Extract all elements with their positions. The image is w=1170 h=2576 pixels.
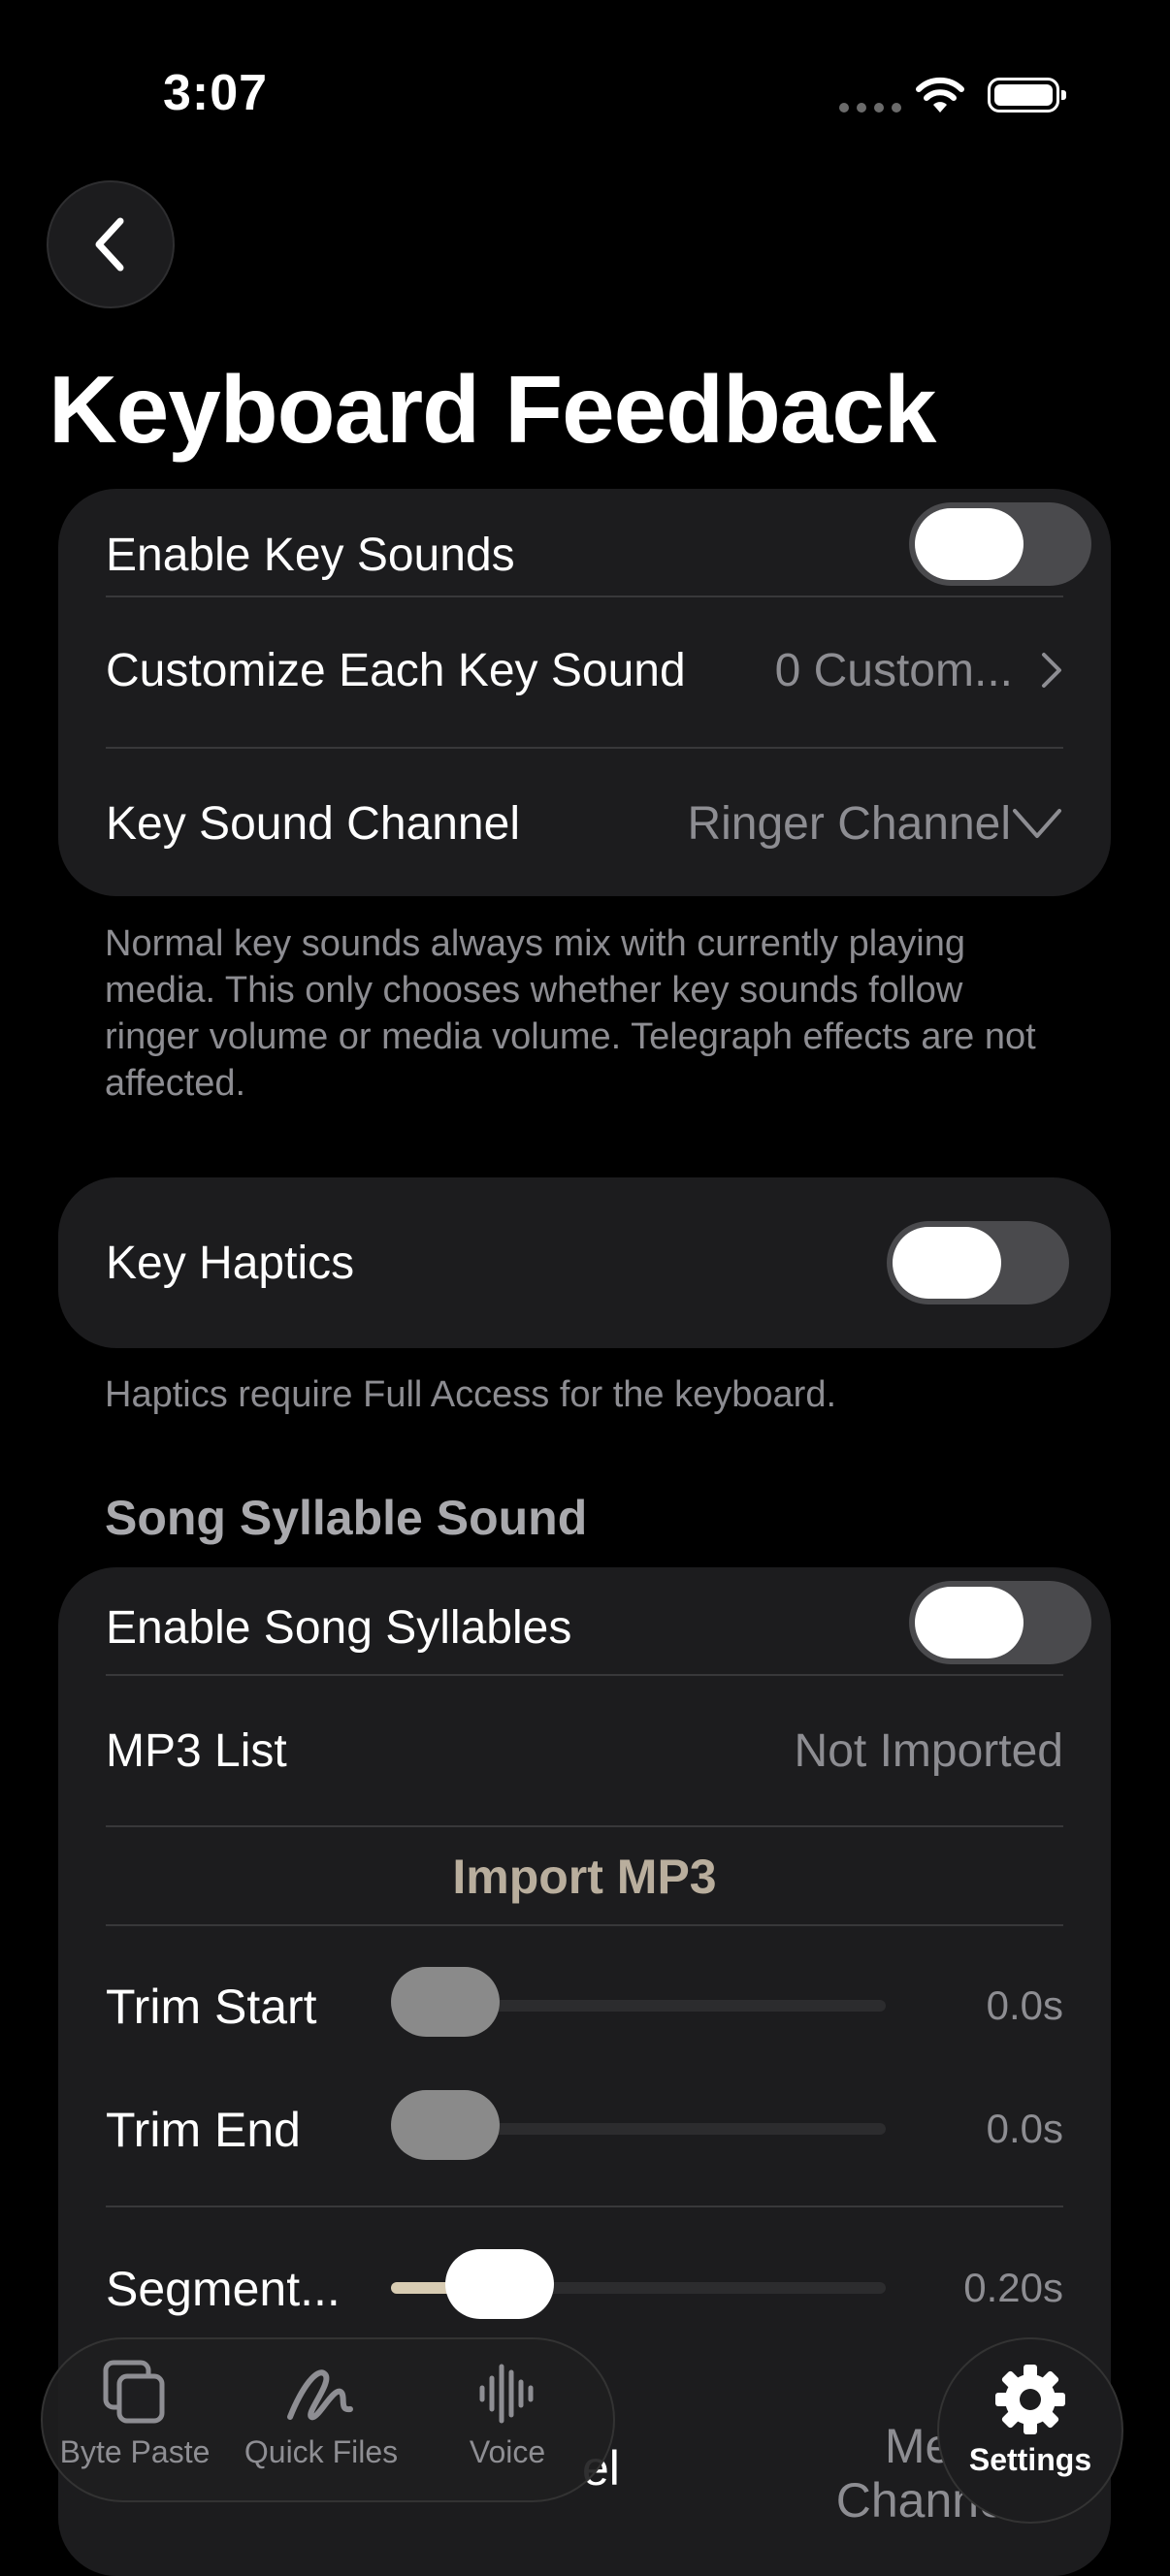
scribble-icon — [287, 2369, 353, 2421]
key-sound-channel-label: Key Sound Channel — [106, 797, 520, 850]
slider-thumb[interactable] — [444, 2249, 554, 2319]
key-sound-card: Enable Key Sounds Customize Each Key Sou… — [58, 489, 1111, 896]
enable-key-sounds-toggle[interactable] — [909, 502, 1091, 586]
trim-end-label: Trim End — [106, 2103, 301, 2157]
trim-start-row: Trim Start 0.0s — [106, 1967, 1063, 2045]
trim-start-label: Trim Start — [106, 1980, 317, 2034]
mp3-list-value: Not Imported — [794, 1724, 1063, 1777]
segment-label: Segment... — [106, 2262, 341, 2316]
slider-thumb[interactable] — [391, 1967, 500, 2037]
segment-value: 0.20s — [963, 2265, 1063, 2310]
key-sound-channel-select[interactable]: Ringer Channel — [687, 797, 1011, 851]
import-mp3-button[interactable]: Import MP3 — [58, 1849, 1111, 1905]
key-haptics-label: Key Haptics — [106, 1237, 355, 1289]
trim-start-slider[interactable] — [391, 1967, 886, 2037]
key-haptics-footer: Haptics require Full Access for the keyb… — [105, 1374, 837, 1415]
enable-song-syllables-label: Enable Song Syllables — [106, 1601, 572, 1654]
tab-byte-paste-label: Byte Paste — [59, 2434, 211, 2469]
tab-settings-label: Settings — [968, 2442, 1092, 2477]
chevron-left-icon — [95, 217, 124, 272]
chevron-right-icon — [1042, 653, 1061, 688]
tab-byte-paste[interactable]: Byte Paste — [43, 2359, 227, 2470]
customize-key-sound-row[interactable]: Customize Each Key Sound 0 Custom... — [106, 596, 1063, 745]
trim-end-value: 0.0s — [986, 2106, 1063, 2151]
wifi-icon — [916, 77, 964, 113]
mp3-list-row: MP3 List Not Imported — [106, 1676, 1063, 1825]
gear-icon — [995, 2365, 1065, 2434]
back-button[interactable] — [47, 180, 175, 308]
tab-voice-label: Voice — [469, 2434, 546, 2469]
slider-thumb[interactable] — [391, 2090, 500, 2160]
segment-slider[interactable] — [391, 2249, 886, 2319]
tab-quick-files[interactable]: Quick Files — [229, 2359, 413, 2470]
customize-key-sound-value: 0 Custom... — [774, 644, 1013, 696]
battery-icon — [988, 78, 1066, 113]
segment-row: Segment... 0.20s — [106, 2249, 1063, 2327]
tab-voice[interactable]: Voice — [415, 2359, 600, 2470]
key-haptics-card: Key Haptics — [58, 1177, 1111, 1348]
key-sound-footer: Normal key sounds always mix with curren… — [105, 923, 1036, 1104]
toggle-knob — [915, 508, 1024, 580]
divider — [106, 2206, 1063, 2207]
mp3-list-label: MP3 List — [106, 1724, 287, 1777]
enable-key-sounds-label: Enable Key Sounds — [106, 529, 515, 581]
key-haptics-toggle[interactable] — [887, 1221, 1069, 1304]
trim-end-slider[interactable] — [391, 2090, 886, 2160]
waveform-icon — [479, 2364, 534, 2424]
customize-key-sound-label: Customize Each Key Sound — [106, 644, 686, 696]
enable-song-syllables-toggle[interactable] — [909, 1581, 1091, 1664]
key-sound-channel-row: Key Sound Channel Ringer Channel — [106, 749, 1063, 898]
divider — [106, 1825, 1063, 1827]
trim-start-value: 0.0s — [986, 1982, 1063, 2028]
signal-dots-icon — [839, 103, 901, 113]
tab-quick-files-label: Quick Files — [244, 2434, 399, 2469]
toggle-knob — [915, 1587, 1024, 1658]
trim-end-row: Trim End 0.0s — [106, 2090, 1063, 2168]
song-syllable-header: Song Syllable Sound — [105, 1491, 588, 1545]
toggle-knob — [893, 1227, 1001, 1299]
chevron-down-icon[interactable] — [1011, 807, 1063, 840]
tab-settings[interactable]: Settings — [937, 2337, 1123, 2524]
copy-icon — [103, 2360, 165, 2424]
tab-bar: Byte Paste Quick Files Voice — [41, 2337, 615, 2502]
divider — [106, 1924, 1063, 1926]
page-title: Keyboard Feedback — [49, 356, 936, 463]
status-time: 3:07 — [163, 65, 269, 121]
